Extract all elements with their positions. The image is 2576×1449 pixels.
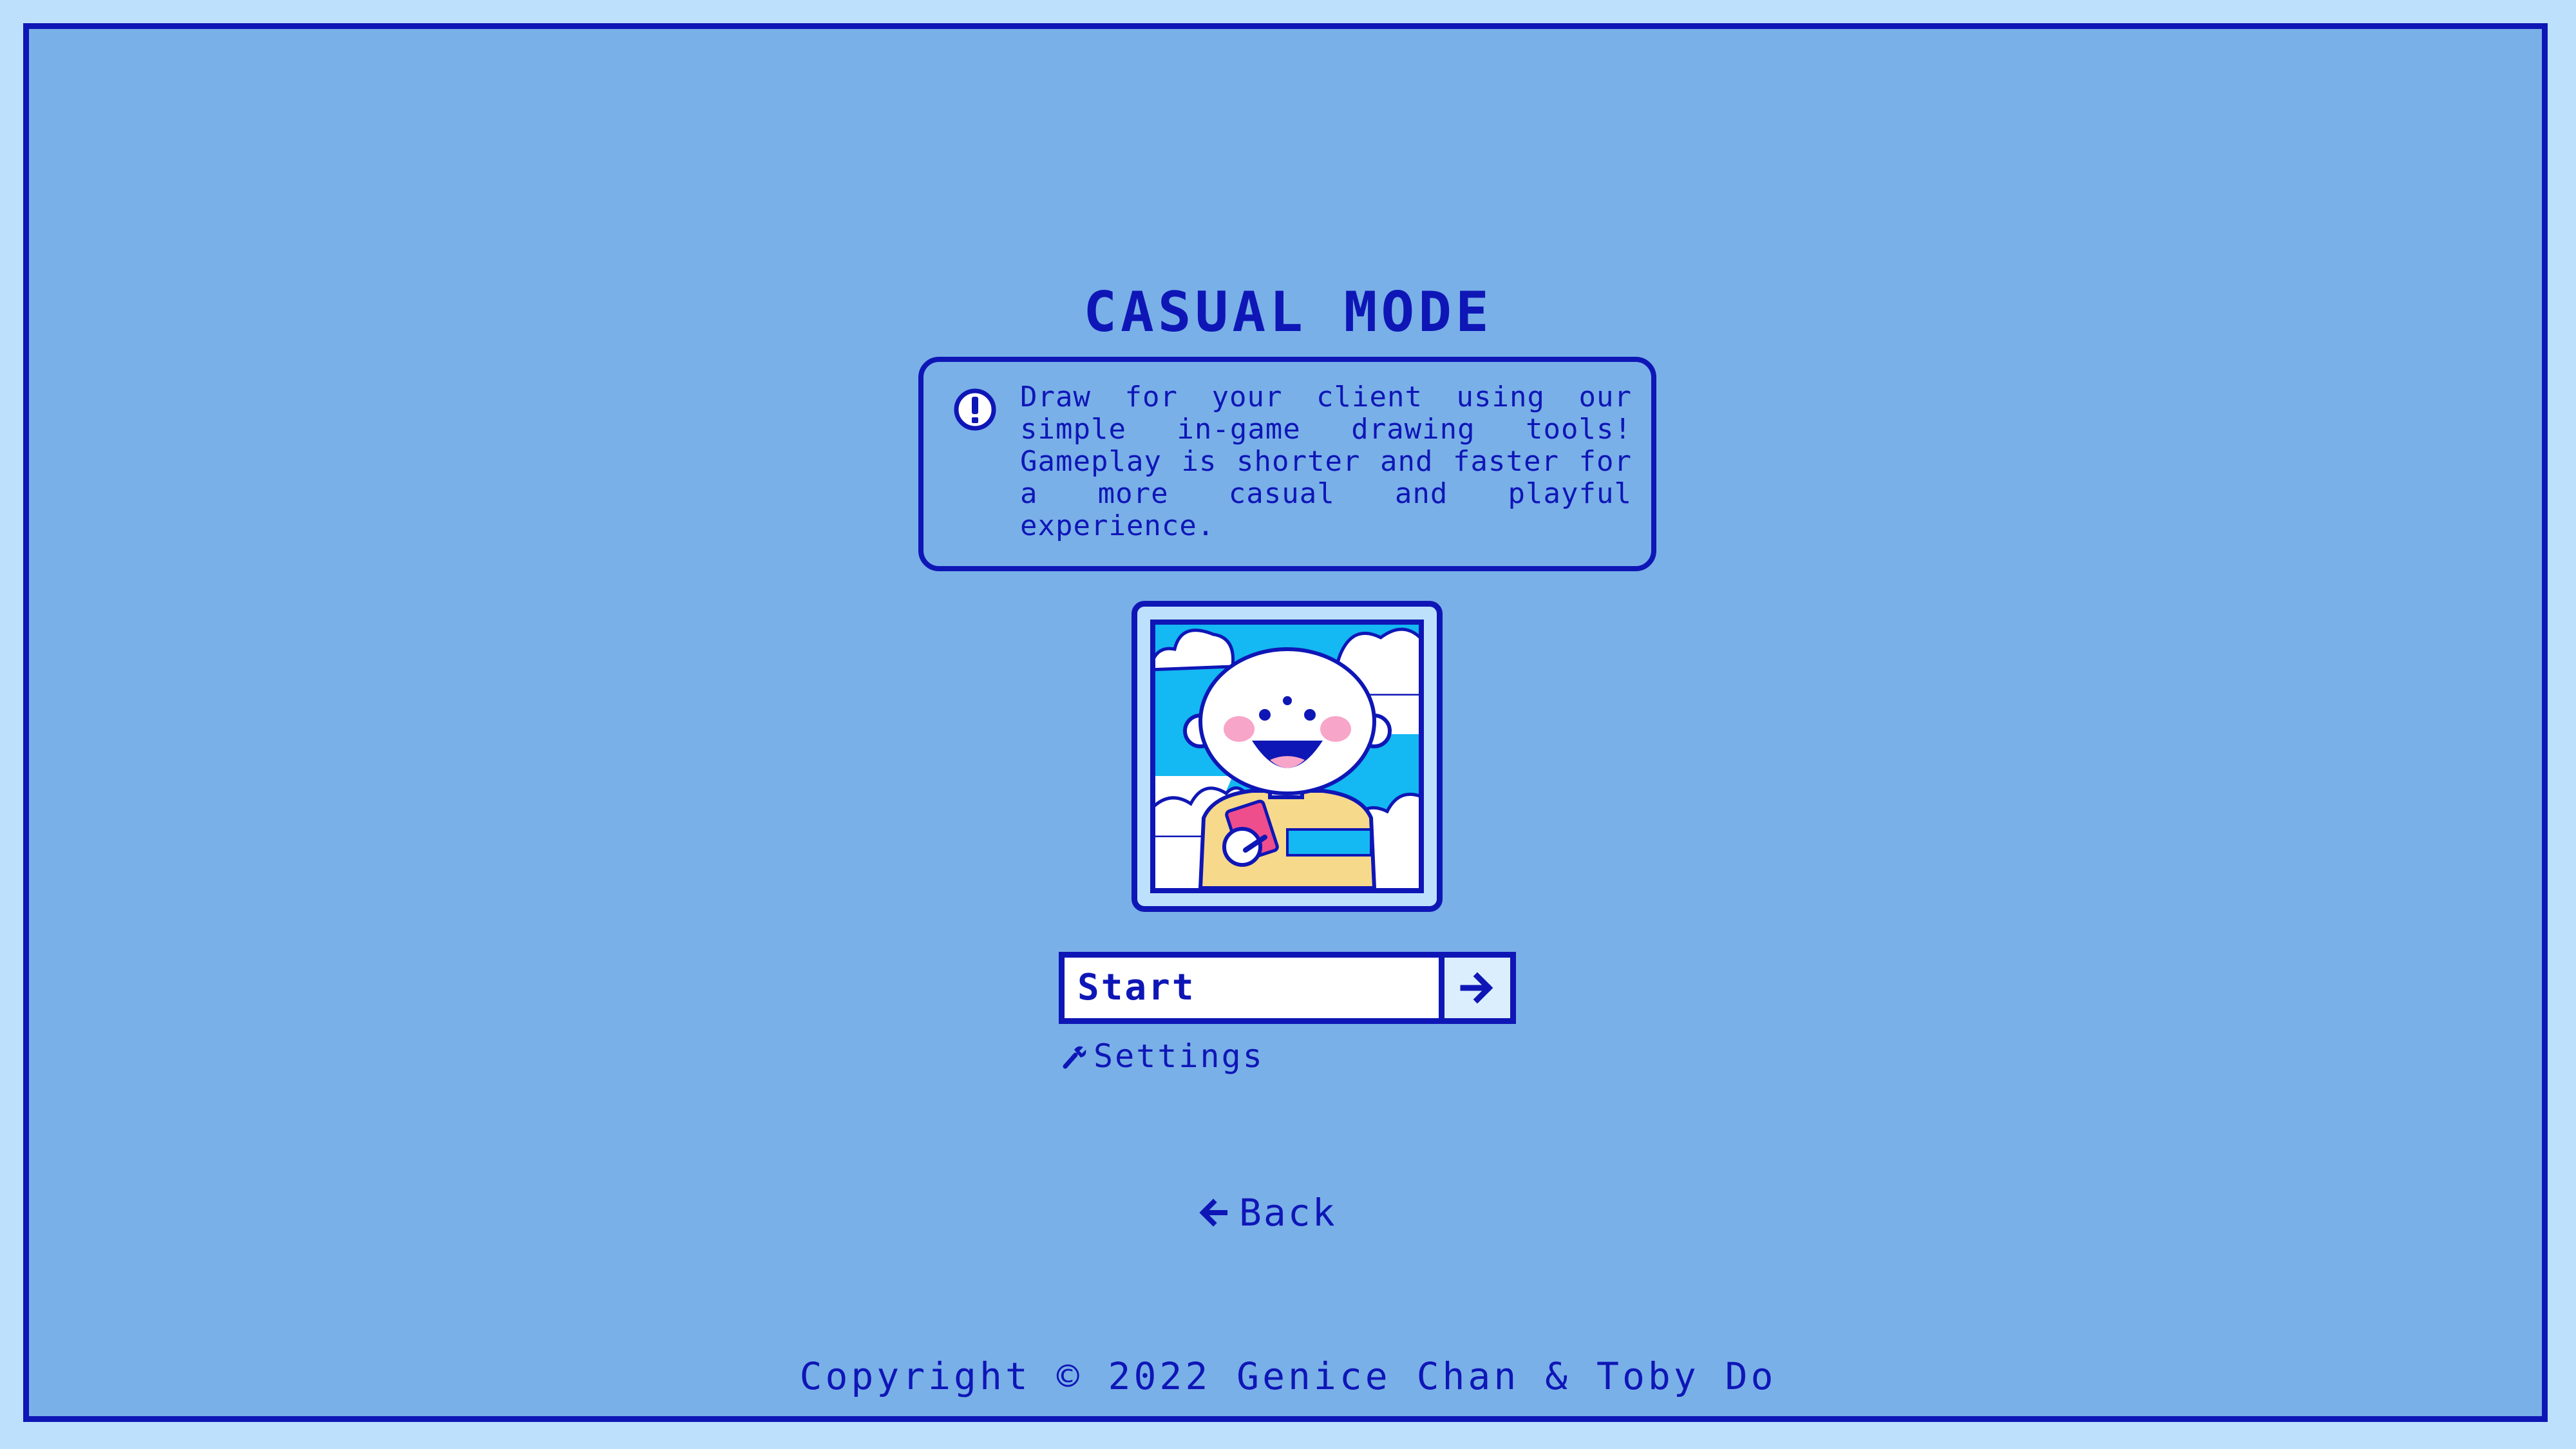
start-button[interactable]: Start xyxy=(1059,952,1516,1024)
start-arrow-button[interactable] xyxy=(1439,958,1510,1018)
settings-label[interactable]: Settings xyxy=(1094,1036,1264,1077)
exclamation-circle-icon xyxy=(954,388,996,431)
back-button[interactable]: Back xyxy=(1199,1190,1337,1235)
wrench-icon xyxy=(1063,1046,1086,1069)
arrow-left-icon xyxy=(1199,1198,1227,1227)
start-button-label[interactable]: Start xyxy=(1065,958,1439,1018)
mode-description: Draw for your client using our simple in… xyxy=(1020,381,1632,542)
back-label[interactable]: Back xyxy=(1239,1190,1337,1235)
mode-info-box: Draw for your client using our simple in… xyxy=(918,357,1656,571)
smiling-bald-character-with-phone-icon xyxy=(1155,625,1419,888)
mode-title: CASUAL MODE xyxy=(1083,280,1493,345)
character-portrait-frame xyxy=(1132,601,1443,912)
copyright-footer: Copyright © 2022 Genice Chan & Toby Do xyxy=(799,1354,1777,1398)
arrow-right-icon xyxy=(1460,972,1493,1004)
settings-link[interactable]: Settings xyxy=(1061,1036,1264,1077)
character-portrait xyxy=(1150,620,1424,893)
